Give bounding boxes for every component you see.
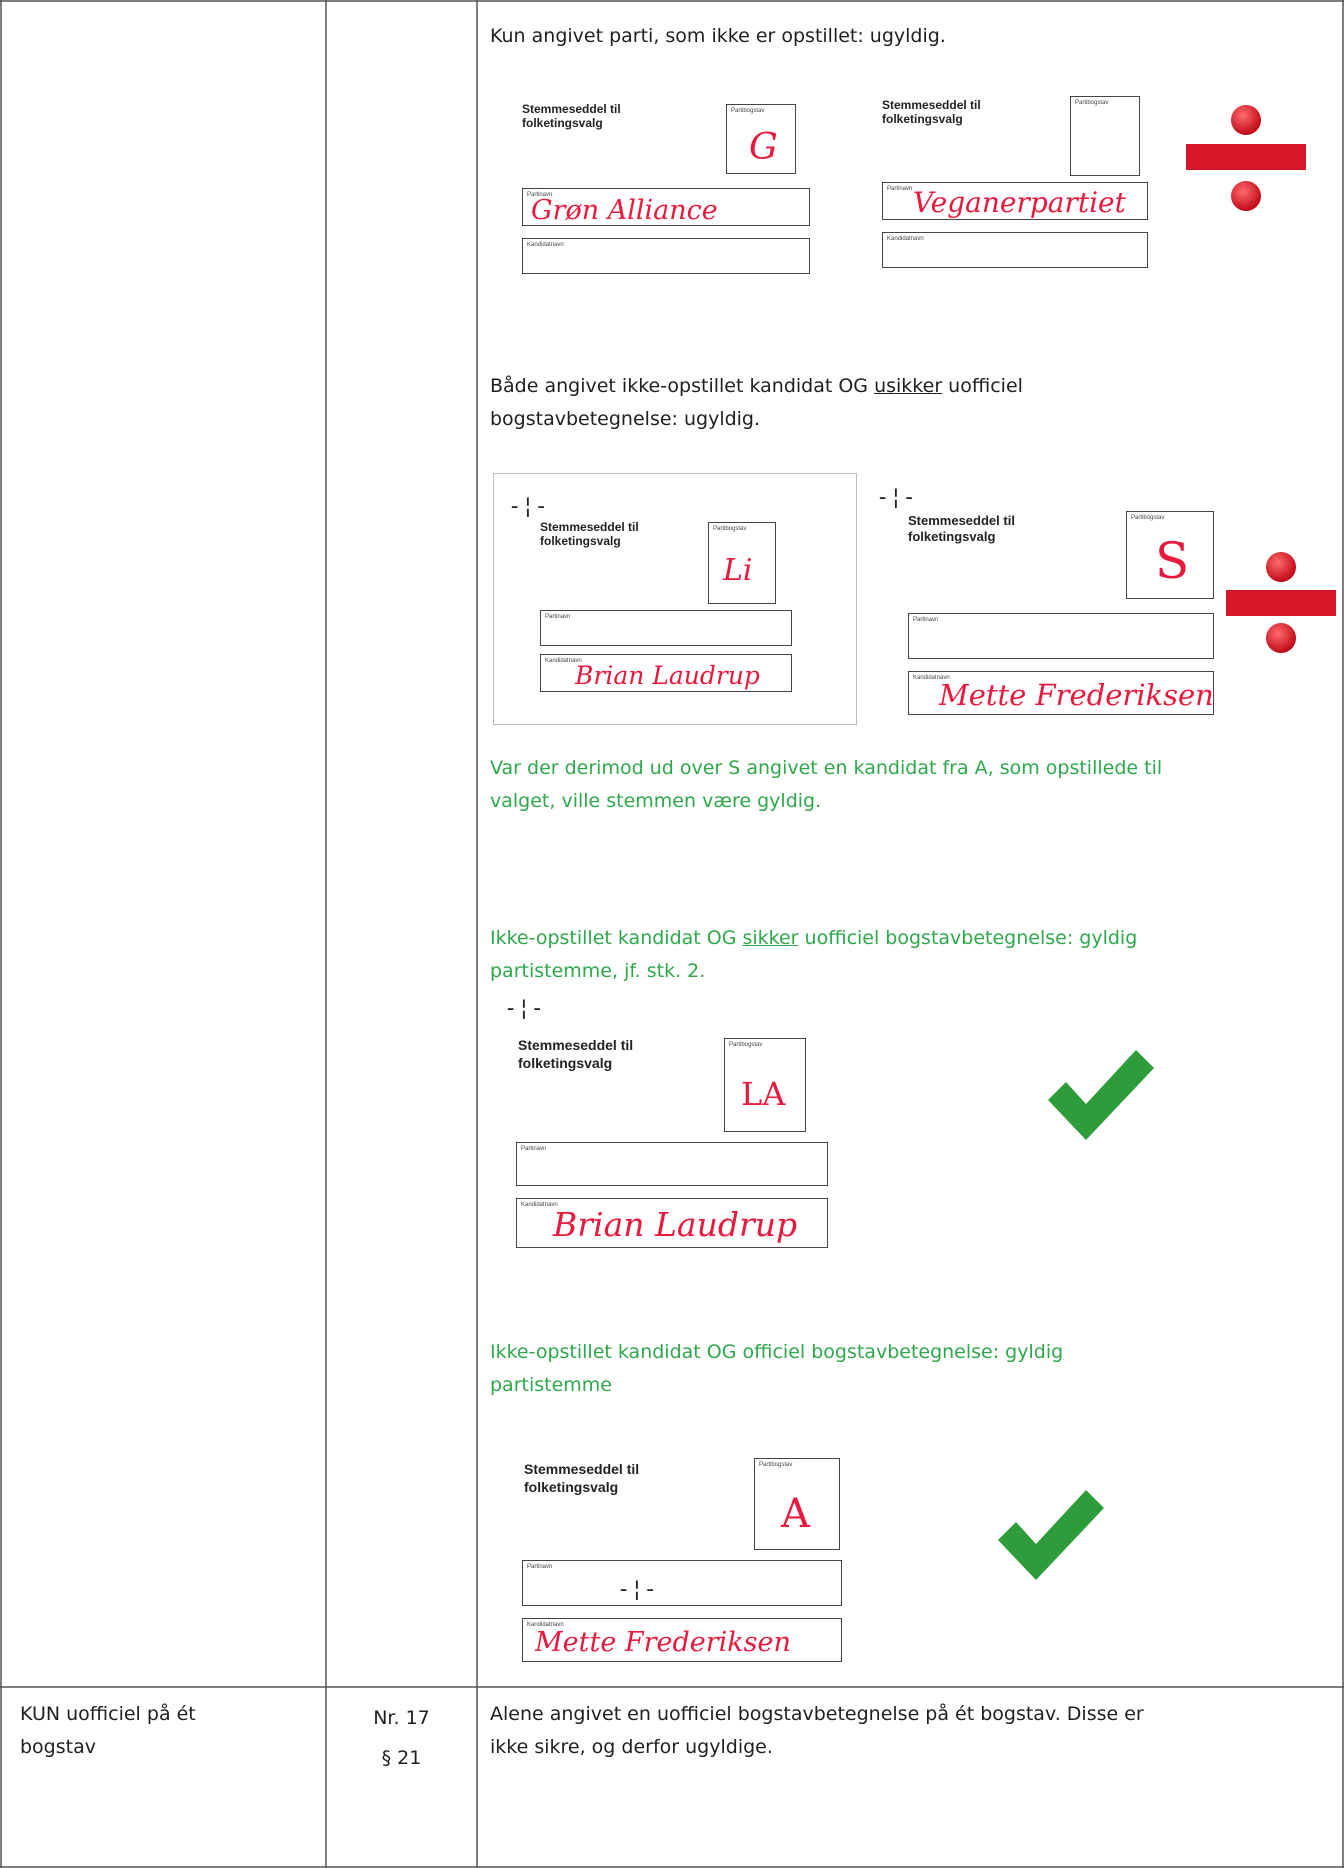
party-name-box: Partinavn Grøn Alliance — [522, 188, 810, 226]
party-letter-label: Partibogstav — [731, 108, 765, 114]
ballot-title: Stemmeseddel til — [882, 98, 981, 112]
heading-text: partistemme, jf. stk. 2. — [490, 960, 706, 982]
party-letter-label: Partibogstav — [1131, 515, 1165, 521]
party-name-box: Partinavn — [516, 1142, 828, 1186]
handwritten-candidate: Brian Laudrup — [553, 1205, 798, 1244]
party-name-label: Partinavn — [887, 186, 913, 192]
ballot-la-brian-laudrup: -¦- Stemmeseddel til folketingsvalg Part… — [500, 992, 840, 1262]
party-letter-label: Partibogstav — [759, 1462, 793, 1468]
heading-text: bogstavbetegnelse: ugyldig. — [490, 408, 761, 430]
party-letter-box: Partibogstav A — [754, 1458, 840, 1550]
description-text: ikke sikre, og derfor ugyldige. — [490, 1736, 773, 1758]
handwritten-party: Grøn Alliance — [531, 195, 718, 226]
heading-text: Ikke-opstillet kandidat OG — [490, 927, 743, 949]
party-name-label: Partinavn — [545, 614, 571, 620]
crosshair-mark: -¦- — [508, 494, 548, 519]
heading-text: uofficiel bogstavbetegnelse: gyldig — [798, 927, 1138, 949]
candidate-name-box: Kandidatnavn — [882, 232, 1148, 268]
candidate-name-label: Kandidatnavn — [527, 242, 564, 248]
description-text: Alene angivet en uofficiel bogstavbetegn… — [490, 1703, 1144, 1725]
candidate-name-box: Kandidatnavn Mette Frederiksen — [522, 1618, 842, 1662]
crosshair-mark: -¦- — [617, 1577, 657, 1602]
candidate-name-box: Kandidatnavn — [522, 238, 810, 274]
heading-underlined: sikker — [742, 927, 799, 949]
candidate-name-box: Kandidatnavn Mette Frederiksen — [908, 671, 1214, 715]
row2-description: Alene angivet en uofficiel bogstavbetegn… — [490, 1698, 1144, 1764]
ballot-mette-frederiksen: -¦- Stemmeseddel til folketingsvalg Part… — [870, 473, 1220, 723]
party-name-box: Partinavn Veganerpartiet — [882, 182, 1148, 220]
handwritten-candidate: Mette Frederiksen — [535, 1627, 791, 1658]
party-letter-label: Partibogstav — [729, 1042, 763, 1048]
heading-text: partistemme — [490, 1374, 612, 1396]
handwritten-letter: LA — [741, 1075, 786, 1113]
note-line: valget, ville stemmen være gyldig. — [490, 790, 822, 812]
heading-underlined: usikker — [874, 375, 943, 397]
handwritten-party: Veganerpartiet — [913, 186, 1126, 219]
party-name-box: Partinavn — [908, 613, 1214, 659]
ballot-gron-alliance: Stemmeseddel til folketingsvalg Partibog… — [512, 90, 812, 280]
note-line: Var der derimod ud over S angivet en kan… — [490, 757, 1163, 779]
party-letter-box: Partibogstav S — [1126, 511, 1214, 599]
candidate-name-box: Kandidatnavn Brian Laudrup — [540, 654, 792, 692]
ballot-title: Stemmeseddel til — [522, 102, 621, 116]
category-text: bogstav — [20, 1736, 96, 1758]
handwritten-letter: G — [749, 127, 778, 168]
crosshair-mark: -¦- — [876, 485, 916, 510]
invalid-icon — [1186, 105, 1306, 211]
handwritten-letter: Li — [723, 553, 753, 588]
section2-note: Var der derimod ud over S angivet en kan… — [490, 752, 1162, 818]
ballot-subtitle: folketingsvalg — [518, 1055, 613, 1071]
ballot-title: Stemmeseddel til — [524, 1461, 640, 1477]
invalid-icon — [1226, 552, 1336, 653]
ballot-a-mette-frederiksen: Stemmeseddel til folketingsvalg Partibog… — [512, 1442, 852, 1672]
party-letter-box: Partibogstav — [1070, 96, 1140, 176]
ballot-title: Stemmeseddel til — [540, 520, 639, 534]
section2-heading: Både angivet ikke-opstillet kandidat OG … — [490, 370, 1023, 436]
ballot-brian-laudrup: -¦- Stemmeseddel til folketingsvalg Part… — [493, 473, 857, 725]
party-letter-box: Partibogstav Li — [708, 522, 776, 604]
ballot-title: Stemmeseddel til — [908, 513, 1015, 528]
crosshair-mark: -¦- — [504, 996, 544, 1021]
handwritten-letter: A — [781, 1491, 810, 1537]
row2-category: KUN uofficiel på ét bogstav — [20, 1698, 196, 1764]
ballot-veganerpartiet: Stemmeseddel til folketingsvalg Partibog… — [874, 90, 1154, 280]
candidate-name-label: Kandidatnavn — [887, 236, 924, 242]
checkmark-icon — [1048, 1050, 1154, 1140]
ballot-subtitle: folketingsvalg — [882, 112, 963, 126]
candidate-name-box: Kandidatnavn Brian Laudrup — [516, 1198, 828, 1248]
row2-reference: Nr. 17 § 21 — [326, 1698, 477, 1778]
party-name-label: Partinavn — [913, 617, 939, 623]
party-name-label: Partinavn — [527, 1564, 553, 1570]
heading-text: Ikke-opstillet kandidat OG officiel bogs… — [490, 1341, 1064, 1363]
ballot-subtitle: folketingsvalg — [908, 529, 996, 544]
party-letter-label: Partibogstav — [1075, 100, 1109, 106]
party-letter-label: Partibogstav — [713, 526, 747, 532]
heading-text: uofficiel — [942, 375, 1023, 397]
handwritten-candidate: Mette Frederiksen — [939, 678, 1214, 712]
party-name-box: Partinavn -¦- — [522, 1560, 842, 1606]
reference-paragraph: § 21 — [381, 1747, 422, 1769]
document-page: Kun angivet parti, som ikke er opstillet… — [0, 0, 1344, 1868]
party-letter-box: Partibogstav G — [726, 104, 796, 174]
ballot-subtitle: folketingsvalg — [540, 534, 621, 548]
section1-heading: Kun angivet parti, som ikke er opstillet… — [490, 25, 946, 47]
section3-heading: Ikke-opstillet kandidat OG sikker uoffic… — [490, 922, 1137, 988]
ballot-title: Stemmeseddel til — [518, 1037, 634, 1053]
handwritten-candidate: Brian Laudrup — [575, 661, 760, 690]
party-letter-box: Partibogstav LA — [724, 1038, 806, 1132]
section4-heading: Ikke-opstillet kandidat OG officiel bogs… — [490, 1336, 1063, 1402]
ballot-subtitle: folketingsvalg — [522, 116, 603, 130]
party-name-box: Partinavn — [540, 610, 792, 646]
ballot-subtitle: folketingsvalg — [524, 1479, 619, 1495]
party-name-label: Partinavn — [521, 1146, 547, 1152]
heading-text: Både angivet ikke-opstillet kandidat OG — [490, 375, 875, 397]
handwritten-letter: S — [1155, 532, 1190, 590]
checkmark-icon — [998, 1490, 1104, 1580]
category-text: KUN uofficiel på ét — [20, 1703, 196, 1725]
reference-number: Nr. 17 — [373, 1707, 430, 1729]
